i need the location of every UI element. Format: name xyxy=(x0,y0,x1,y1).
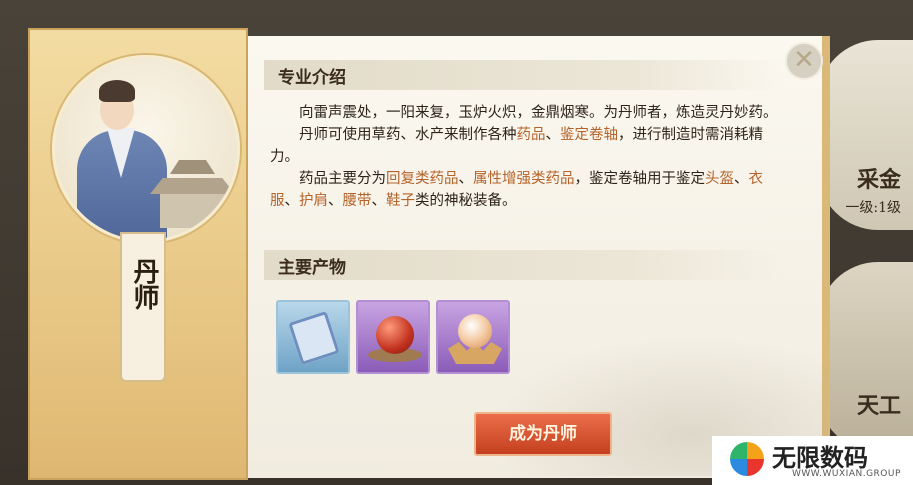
paragraph-text: 、 xyxy=(371,193,387,209)
scroll-icon xyxy=(288,310,340,366)
paragraph-text: 丹师可使用草药、水产来制作各种 xyxy=(299,127,517,143)
profession-card-label: 采金 xyxy=(856,167,901,193)
highlight-term: 鉴定卷轴 xyxy=(560,127,618,143)
product-item-pearl[interactable] xyxy=(436,300,510,374)
paragraph-text: 、 xyxy=(545,127,561,143)
pavilion-icon xyxy=(150,158,235,228)
highlight-term: 腰带 xyxy=(342,193,372,209)
highlight-term: 药品 xyxy=(516,127,546,143)
red-pill-icon xyxy=(376,316,414,354)
close-icon[interactable]: ✕ xyxy=(785,42,823,80)
pearl-icon xyxy=(458,314,492,348)
highlight-term: 鞋子 xyxy=(386,193,415,209)
profession-title: 丹师 xyxy=(129,258,159,310)
paragraph-text: 、 xyxy=(458,171,474,187)
paragraph-text: 、 xyxy=(734,171,749,187)
highlight-term: 护肩 xyxy=(299,193,328,209)
intro-description: 向雷声震处，一阳来复，玉炉火炽，金鼎烟寒。为丹师者，炼造灵丹妙药。 丹师可使用草药… xyxy=(270,102,790,212)
paragraph-text: 、 xyxy=(328,193,343,209)
portrait-hair xyxy=(99,80,135,102)
product-list xyxy=(276,300,510,374)
profession-card-caijin[interactable]: 采金 一级:1级 xyxy=(818,40,913,230)
watermark-url: WWW.WUXIAN.GROUP xyxy=(792,469,901,479)
paragraph-text: 类的神秘装备。 xyxy=(415,193,517,209)
paragraph-text: 、 xyxy=(284,193,300,209)
intro-heading: 专业介绍 xyxy=(278,68,346,88)
paragraph-text: ，鉴定卷轴用于鉴定 xyxy=(574,171,706,187)
highlight-term: 回复类药品 xyxy=(386,171,459,187)
watermark-brand: 无限数码 xyxy=(772,444,868,472)
intro-paragraph: 药品主要分为回复类药品、属性增强类药品，鉴定卷轴用于鉴定头盔、衣服、护肩、腰带、… xyxy=(270,168,790,212)
intro-section-header: 专业介绍 xyxy=(264,60,784,90)
become-alchemist-button[interactable]: 成为丹师 xyxy=(474,412,612,456)
paragraph-text: 药品主要分为 xyxy=(299,171,386,187)
products-section-header: 主要产物 xyxy=(264,250,784,280)
brand-logo-icon xyxy=(730,442,764,476)
paragraph-text: 向雷声震处，一阳来复，玉炉火炽，金鼎烟寒。为丹师者，炼造灵丹妙药。 xyxy=(299,105,778,121)
profession-title-strip: 丹师 xyxy=(120,232,166,382)
product-item-scroll[interactable] xyxy=(276,300,350,374)
highlight-term: 属性增强类药品 xyxy=(473,171,575,187)
alchemist-portrait xyxy=(52,55,240,243)
products-heading: 主要产物 xyxy=(278,258,346,278)
product-item-pill[interactable] xyxy=(356,300,430,374)
profession-card-tiangong[interactable]: 天工 xyxy=(818,262,913,452)
profession-card-label: 天工 xyxy=(856,393,901,419)
profession-info-panel: 专业介绍 向雷声震处，一阳来复，玉炉火炽，金鼎烟寒。为丹师者，炼造灵丹妙药。 丹师… xyxy=(248,36,830,478)
profession-card-level: 一级:1级 xyxy=(845,200,901,216)
highlight-term: 头盔 xyxy=(705,171,734,187)
intro-paragraph: 丹师可使用草药、水产来制作各种药品、鉴定卷轴，进行制造时需消耗精力。 xyxy=(270,124,790,168)
watermark: 无限数码 WWW.WUXIAN.GROUP xyxy=(712,436,913,485)
intro-paragraph: 向雷声震处，一阳来复，玉炉火炽，金鼎烟寒。为丹师者，炼造灵丹妙药。 xyxy=(270,102,790,124)
